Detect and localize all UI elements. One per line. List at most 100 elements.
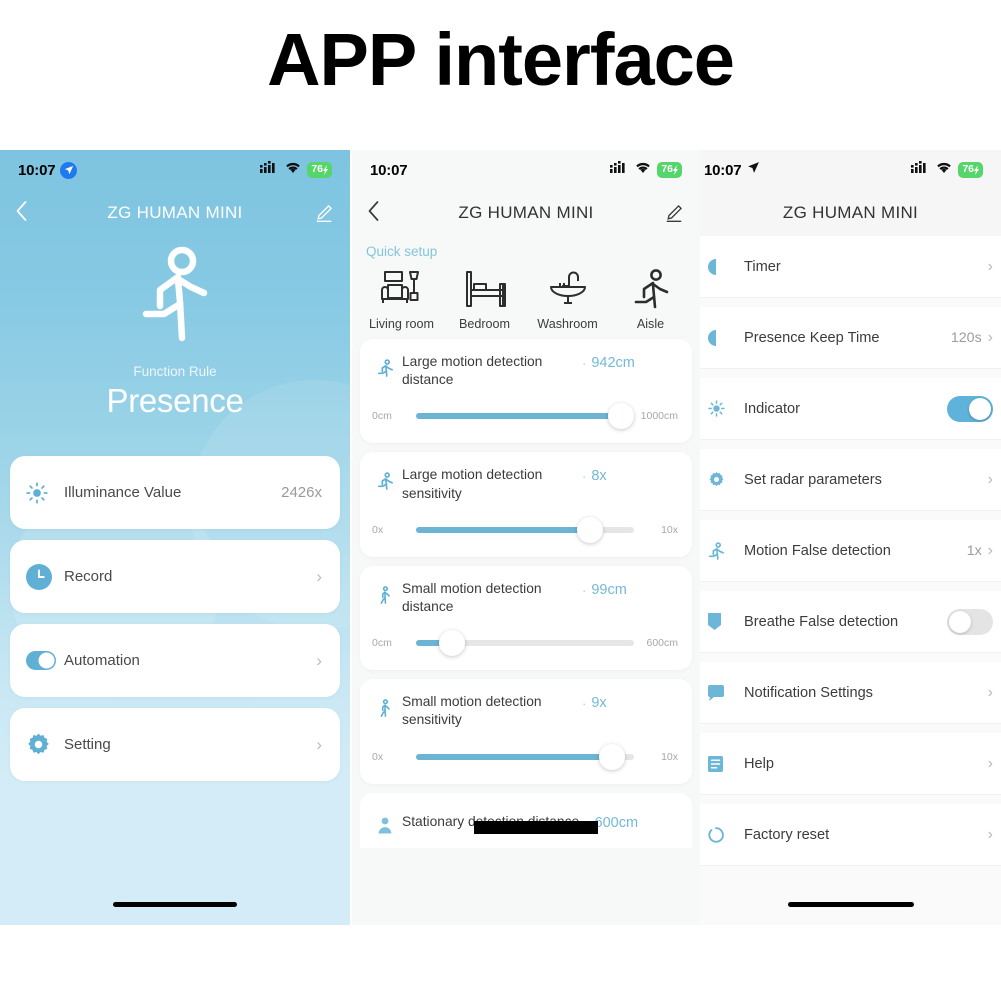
feature-card-list: Illuminance Value 2426x Record › Automat… <box>0 456 350 781</box>
slider-track[interactable] <box>416 630 634 657</box>
slider-title: Large motion detection sensitivity <box>402 467 543 501</box>
settings-row-presence-keep-time[interactable]: Presence Keep Time 120s › <box>700 307 1001 369</box>
slider-knob[interactable] <box>599 743 626 770</box>
redaction-bar <box>474 820 598 834</box>
settings-row-notification-settings[interactable]: Notification Settings › <box>700 662 1001 724</box>
location-arrow-icon <box>747 161 760 179</box>
page-title: APP interface <box>267 18 735 101</box>
clock-icon <box>26 563 56 590</box>
separator-dot: · <box>582 469 587 485</box>
page-header-title: ZG HUMAN MINI <box>107 203 243 222</box>
back-button[interactable] <box>368 200 394 226</box>
slider-knob[interactable] <box>607 403 634 430</box>
quick-setup-bedroom[interactable]: Bedroom <box>443 263 526 331</box>
chevron-right-icon: › <box>987 328 993 346</box>
quick-setup-row: Living room Bedroom Washroom Aisle <box>352 263 700 339</box>
settings-row-help[interactable]: Help › <box>700 733 1001 795</box>
settings-row-timer[interactable]: Timer › <box>700 236 1001 298</box>
slider-min-label: 0cm <box>372 410 392 423</box>
edit-button[interactable] <box>658 203 684 223</box>
settings-row-value: 120s <box>950 329 982 346</box>
slider-max-label: 10x <box>661 750 678 763</box>
slider-knob[interactable] <box>438 630 465 657</box>
cellular-signal-icon <box>610 161 629 179</box>
slider-track[interactable] <box>416 516 634 543</box>
status-bar: 10:07 76 <box>700 150 1001 190</box>
slider-track[interactable] <box>416 403 634 430</box>
slider-card-large-motion-distance: Large motion detection distance · 942cm … <box>360 339 692 444</box>
status-time: 10:07 <box>704 161 742 179</box>
card-setting[interactable]: Setting › <box>10 708 340 781</box>
moon-timer-icon <box>706 258 734 275</box>
wifi-icon <box>635 161 651 179</box>
card-label: Illuminance Value <box>64 484 182 501</box>
card-value: 2426x <box>281 484 322 501</box>
list-divider <box>700 654 1001 662</box>
page-header-title: ZG HUMAN MINI <box>782 203 919 222</box>
running-person-icon <box>372 353 398 377</box>
slider-card-stationary-distance[interactable]: Stationary detection distance · 600cm <box>360 792 692 848</box>
card-label: Record <box>64 568 113 585</box>
running-person-icon <box>0 246 350 346</box>
status-time: 10:07 <box>18 161 56 179</box>
settings-row-breathe-false-detection[interactable]: Breathe False detection <box>700 591 1001 653</box>
breathe-false-detection-toggle[interactable] <box>947 608 993 635</box>
slider-title: Small motion detection distance <box>402 580 542 615</box>
separator-dot: · <box>582 356 587 371</box>
running-person-icon <box>609 263 692 315</box>
hero-title: Presence <box>106 382 244 419</box>
settings-row-label: Motion False detection <box>744 542 891 559</box>
list-divider <box>700 796 1001 804</box>
settings-row-set-radar-parameters[interactable]: Set radar parameters › <box>700 449 1001 511</box>
list-divider <box>700 299 1001 307</box>
settings-row-label: Set radar parameters <box>744 471 882 488</box>
chevron-right-icon: › <box>987 825 993 843</box>
settings-row-label: Notification Settings <box>744 684 873 701</box>
settings-row-factory-reset[interactable]: Factory reset › <box>700 804 1001 866</box>
chevron-right-icon: › <box>987 754 993 772</box>
quick-setup-living-room[interactable]: Living room <box>360 263 443 331</box>
nav-bar: ZG HUMAN MINI <box>0 190 350 236</box>
sink-faucet-icon <box>526 263 609 315</box>
indicator-toggle[interactable] <box>947 395 993 422</box>
cellular-signal-icon <box>911 161 930 179</box>
cellular-signal-icon <box>260 161 279 179</box>
toggle-knob <box>969 397 991 420</box>
chevron-right-icon: › <box>987 541 993 559</box>
hero-section: Function Rule Presence <box>0 246 350 420</box>
quick-setup-name: Bedroom <box>458 317 511 331</box>
settings-row-indicator[interactable]: Indicator <box>700 378 1001 440</box>
quick-setup-aisle[interactable]: Aisle <box>609 263 692 331</box>
card-automation[interactable]: Automation › <box>10 624 340 697</box>
chevron-right-icon: › <box>987 683 993 701</box>
edit-button[interactable] <box>308 203 334 223</box>
slider-track-fill <box>416 413 621 420</box>
phone-screen-presence: 10:07 76 ZG HUMAN MINI Function Rule Pre… <box>0 150 350 925</box>
chevron-right-icon: › <box>316 567 322 586</box>
running-person-icon <box>372 466 398 491</box>
slider-track[interactable] <box>416 743 634 770</box>
slider-title: Small motion detection sensitivity <box>402 694 542 728</box>
list-divider <box>700 441 1001 449</box>
wifi-icon <box>285 161 301 179</box>
person-standing-icon <box>372 811 398 834</box>
location-arrow-icon <box>60 161 78 179</box>
list-divider <box>700 370 1001 378</box>
slider-value: 99cm <box>591 581 627 598</box>
slider-min-label: 0x <box>372 523 384 536</box>
settings-row-motion-false-detection[interactable]: Motion False detection 1x › <box>700 520 1001 582</box>
back-button[interactable] <box>16 200 42 226</box>
status-bar: 10:07 76 <box>0 150 350 190</box>
quick-setup-label: Quick setup <box>366 244 438 259</box>
phone-screen-quick-setup: 10:07 76 ZG HUMAN MINI Quick setup Livin… <box>352 150 700 925</box>
slider-knob[interactable] <box>577 516 604 543</box>
card-illuminance-value[interactable]: Illuminance Value 2426x <box>10 456 340 529</box>
card-record[interactable]: Record › <box>10 540 340 613</box>
walking-person-icon <box>372 580 398 604</box>
battery-status-badge: 76 <box>307 162 332 178</box>
slider-value: 8x <box>591 468 607 485</box>
chevron-right-icon: › <box>316 735 322 754</box>
quick-setup-washroom[interactable]: Washroom <box>526 263 609 331</box>
quick-setup-name: Aisle <box>636 317 665 331</box>
slider-max-label: 1000cm <box>640 410 678 423</box>
